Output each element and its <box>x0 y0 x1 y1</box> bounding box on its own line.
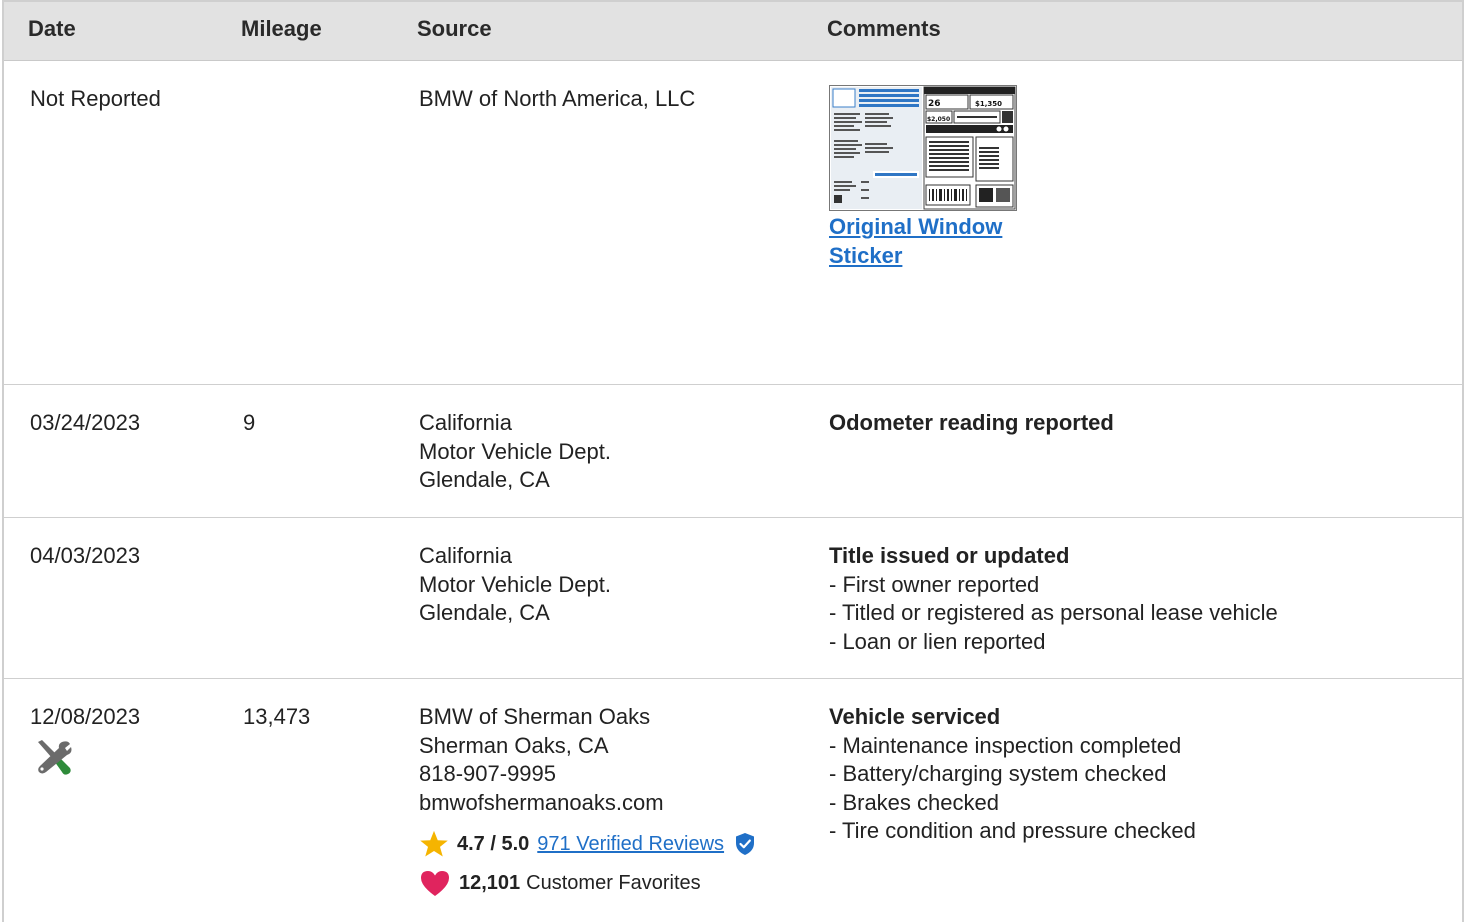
header-mileage: Mileage <box>241 16 322 41</box>
row-date: 04/03/2023 <box>30 543 141 568</box>
row-date: 12/08/2023 <box>30 703 140 778</box>
row-comments: Odometer reading reported <box>829 409 1114 438</box>
row-comments: 26 $1,350 $2,050 Original Window Sticker <box>829 85 1017 270</box>
source-line: bmwofshermanoaks.com <box>419 789 664 815</box>
heart-icon <box>421 871 449 896</box>
star-icon <box>420 830 448 857</box>
row-date: 03/24/2023 <box>30 410 141 435</box>
row-mileage: 13,473 <box>243 704 311 729</box>
row-source: California Motor Vehicle Dept. Glendale,… <box>419 409 611 495</box>
source-line: 818-907-9995 <box>419 761 557 786</box>
row-comments: Vehicle serviced - Maintenance inspectio… <box>829 703 1196 846</box>
comment-title: Title issued or updated <box>829 543 1070 568</box>
row-source: BMW of North America, LLC <box>419 85 695 114</box>
comment-item: - Titled or registered as personal lease… <box>829 600 1278 625</box>
source-line: BMW of North America, LLC <box>419 86 696 111</box>
row-mileage: 9 <box>243 410 256 435</box>
row-comments: Title issued or updated - First owner re… <box>829 542 1278 656</box>
table-row: 12/08/2023 13,473 BMW of Sherman Oaks Sh… <box>4 679 1462 924</box>
svg-text:$1,350: $1,350 <box>975 100 1002 108</box>
verified-reviews-link[interactable]: 971 Verified Reviews <box>537 833 724 856</box>
wrench-screwdriver-icon <box>38 739 72 775</box>
verified-badge-icon <box>736 833 755 855</box>
table-row: Not Reported BMW of North America, LLC 2… <box>4 61 1462 385</box>
favorites-label: Customer Favorites <box>526 871 701 894</box>
comment-title: Vehicle serviced <box>829 704 1001 729</box>
row-date-value: 12/08/2023 <box>30 704 141 729</box>
source-line: Motor Vehicle Dept. <box>419 571 611 597</box>
customer-favorites: 12,101 Customer Favorites <box>419 868 701 898</box>
source-line: Motor Vehicle Dept. <box>419 438 611 464</box>
comment-title: Odometer reading reported <box>829 410 1114 435</box>
dealer-rating: 4.7 / 5.0 971 Verified Reviews <box>419 829 756 859</box>
svg-text:$2,050: $2,050 <box>927 116 950 123</box>
window-sticker-link[interactable]: Original Window <box>829 213 1017 242</box>
row-date: Not Reported <box>30 86 161 111</box>
rating-value: 4.7 / 5.0 <box>457 832 530 855</box>
source-line: California <box>419 543 512 568</box>
table-header: Date Mileage Source Comments <box>4 2 1462 61</box>
comment-item: - First owner reported <box>829 571 1040 597</box>
comment-item: - Brakes checked <box>829 789 999 815</box>
table-row: 03/24/2023 9 California Motor Vehicle De… <box>4 385 1462 518</box>
source-line: Glendale, CA <box>419 467 550 492</box>
window-sticker-thumbnail[interactable]: 26 $1,350 $2,050 <box>829 85 1017 211</box>
comment-item: - Battery/charging system checked <box>829 761 1167 786</box>
comment-item: - Loan or lien reported <box>829 628 1046 654</box>
row-source: California Motor Vehicle Dept. Glendale,… <box>419 542 611 628</box>
source-line: California <box>419 410 512 435</box>
row-source: BMW of Sherman Oaks Sherman Oaks, CA 818… <box>419 703 664 817</box>
vehicle-history-table: Date Mileage Source Comments Not Reporte… <box>2 0 1464 922</box>
svg-text:26: 26 <box>928 99 941 109</box>
source-line: Glendale, CA <box>419 600 550 625</box>
comment-item: - Maintenance inspection completed <box>829 732 1182 758</box>
source-line: BMW of Sherman Oaks <box>419 704 651 729</box>
table-row: 04/03/2023 California Motor Vehicle Dept… <box>4 518 1462 679</box>
source-line: Sherman Oaks, CA <box>419 732 609 758</box>
header-comments: Comments <box>827 16 941 41</box>
window-sticker-link[interactable]: Sticker <box>829 242 1017 271</box>
header-date: Date <box>28 16 76 41</box>
comment-item: - Tire condition and pressure checked <box>829 818 1196 843</box>
header-source: Source <box>417 16 492 41</box>
favorites-count: 12,101 <box>459 871 521 894</box>
